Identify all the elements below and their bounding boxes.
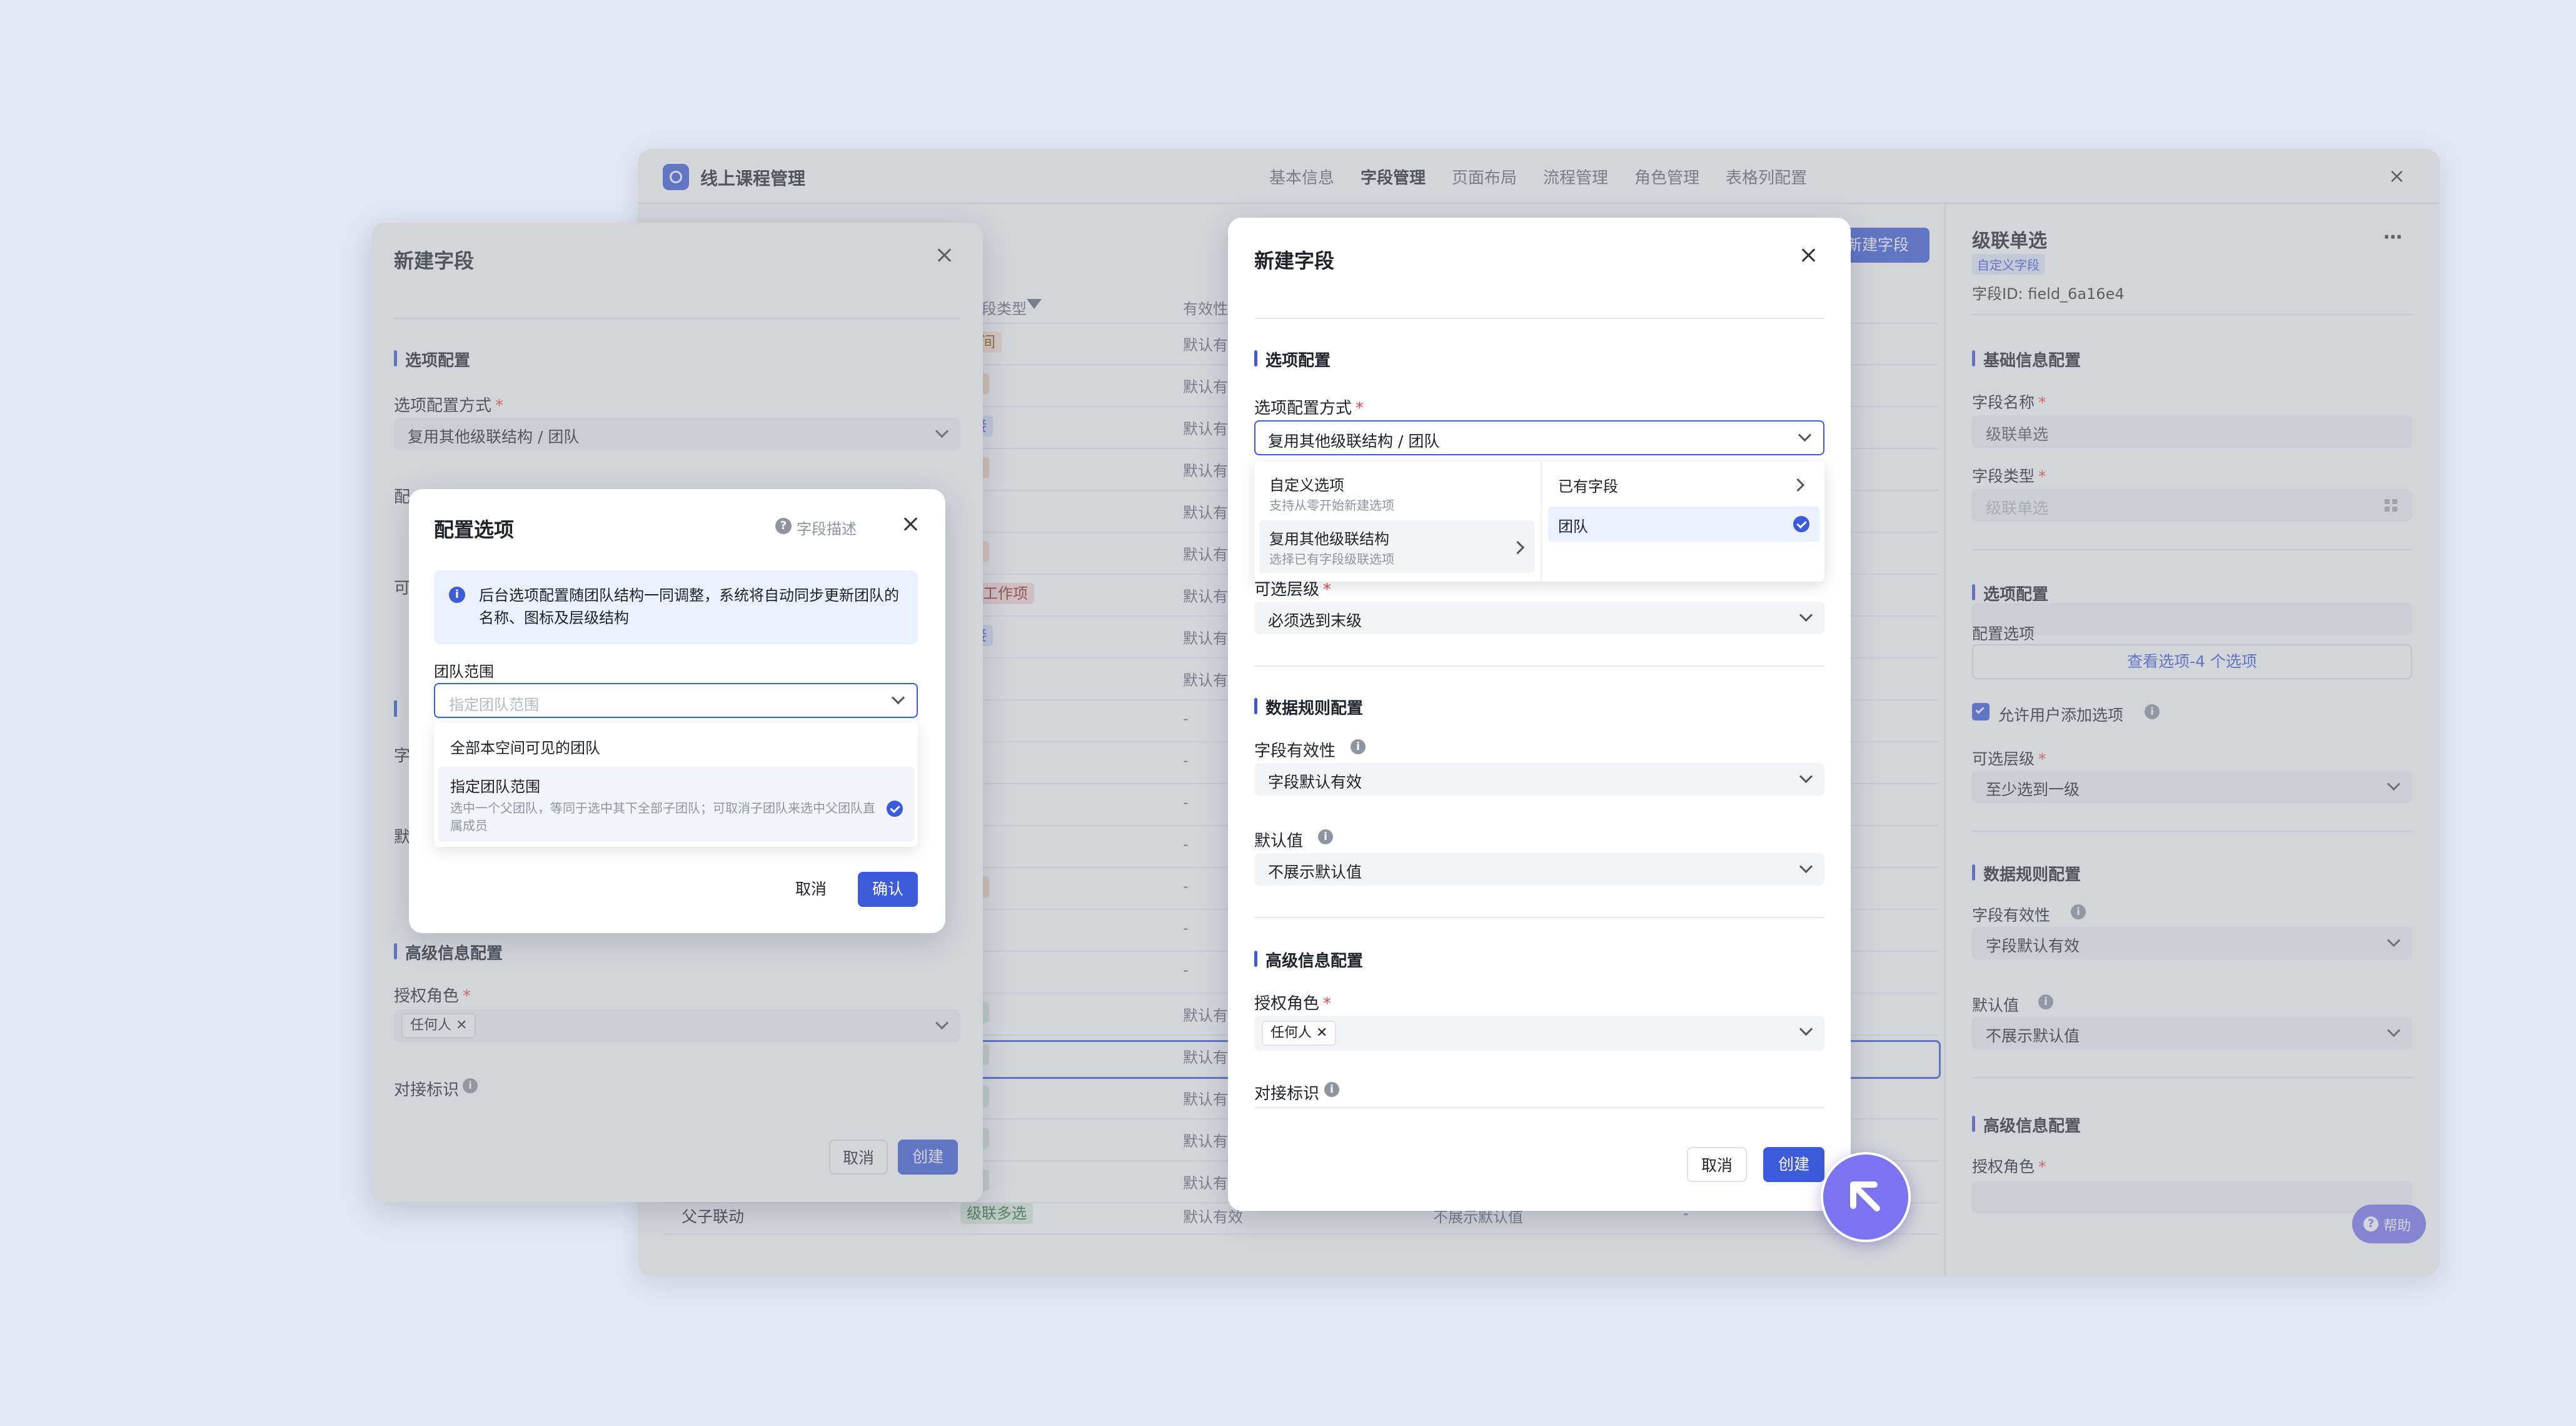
field-desc-link[interactable]: 字段描述 bbox=[797, 517, 857, 539]
scope-label: 团队范围 bbox=[434, 663, 494, 680]
cancel-button[interactable]: 取消 bbox=[782, 872, 840, 907]
chevron-right-icon bbox=[1791, 478, 1805, 492]
submenu-existing-fields[interactable]: 已有字段 bbox=[1548, 467, 1819, 502]
info-icon: i bbox=[449, 587, 465, 603]
create-field-dialog: 新建字段 选项配置 选项配置方式 * 复用其他级联结构 / 团队 可选层级 * 必须… bbox=[1228, 218, 1851, 1211]
notice-box: i 后台选项配置随团队结构一同调整，系统将自动同步更新团队的名称、图标及层级结构 bbox=[434, 570, 918, 644]
validity-select[interactable]: 字段默认有效 bbox=[1254, 763, 1824, 796]
scope-select[interactable]: 指定团队范围 bbox=[434, 683, 918, 718]
validity-label: 字段有效性 bbox=[1254, 742, 1336, 761]
close-icon[interactable] bbox=[1798, 245, 1818, 265]
notice-text: 后台选项配置随团队结构一同调整，系统将自动同步更新团队的名称、图标及层级结构 bbox=[479, 587, 899, 627]
close-icon[interactable] bbox=[900, 514, 920, 534]
role-label: 授权角色 * bbox=[1254, 994, 1332, 1013]
info-icon: i bbox=[1351, 739, 1366, 754]
section-rules: 数据规则配置 bbox=[1254, 695, 1363, 719]
mode-cascader: 自定义选项 支持从零开始新建选项 复用其他级联结构 选择已有字段级联选项 已有字… bbox=[1254, 462, 1824, 582]
arrow-up-left-icon bbox=[1850, 1181, 1880, 1211]
id-label: 对接标识 bbox=[1254, 1085, 1320, 1103]
menu-item-custom[interactable]: 自定义选项 支持从零开始新建选项 bbox=[1259, 467, 1534, 517]
section-advanced: 高级信息配置 bbox=[1254, 948, 1363, 971]
config-options-dialog: 配置选项 ? 字段描述 i 后台选项配置随团队结构一同调整，系统将自动同步更新团… bbox=[409, 489, 945, 933]
dialog-title: 新建字段 bbox=[1254, 249, 1335, 273]
info-icon: i bbox=[1318, 829, 1333, 844]
role-select[interactable]: 任何人 ✕ bbox=[1254, 1016, 1824, 1051]
level-select[interactable]: 必须选到末级 bbox=[1254, 602, 1824, 634]
mode-label: 选项配置方式 * bbox=[1254, 399, 1364, 418]
section-options: 选项配置 bbox=[1254, 348, 1331, 371]
cursor-fab[interactable] bbox=[1821, 1152, 1911, 1242]
scope-option-all[interactable]: 全部本空间可见的团队 bbox=[438, 727, 914, 762]
selected-check-icon bbox=[1793, 516, 1809, 532]
dialog-title: 配置选项 bbox=[434, 518, 515, 542]
default-label: 默认值 bbox=[1254, 832, 1304, 851]
scope-option-specified[interactable]: 指定团队范围 选中一个父团队，等同于选中其下全部子团队；可取消子团队来选中父团队… bbox=[438, 767, 914, 842]
scope-dropdown: 全部本空间可见的团队 指定团队范围 选中一个父团队，等同于选中其下全部子团队；可… bbox=[434, 723, 918, 847]
submenu-team[interactable]: 团队 bbox=[1548, 507, 1819, 542]
menu-item-reuse[interactable]: 复用其他级联结构 选择已有字段级联选项 bbox=[1259, 520, 1534, 573]
create-button[interactable]: 创建 bbox=[1763, 1147, 1824, 1182]
role-chip[interactable]: 任何人 ✕ bbox=[1262, 1021, 1337, 1046]
cancel-button[interactable]: 取消 bbox=[1687, 1147, 1747, 1182]
question-icon: ? bbox=[775, 518, 792, 534]
confirm-button[interactable]: 确认 bbox=[858, 872, 918, 907]
default-select[interactable]: 不展示默认值 bbox=[1254, 853, 1824, 886]
info-icon: i bbox=[1324, 1082, 1339, 1097]
chevron-right-icon bbox=[1511, 540, 1525, 555]
selected-check-icon bbox=[887, 801, 903, 817]
mode-select[interactable]: 复用其他级联结构 / 团队 bbox=[1254, 420, 1824, 455]
